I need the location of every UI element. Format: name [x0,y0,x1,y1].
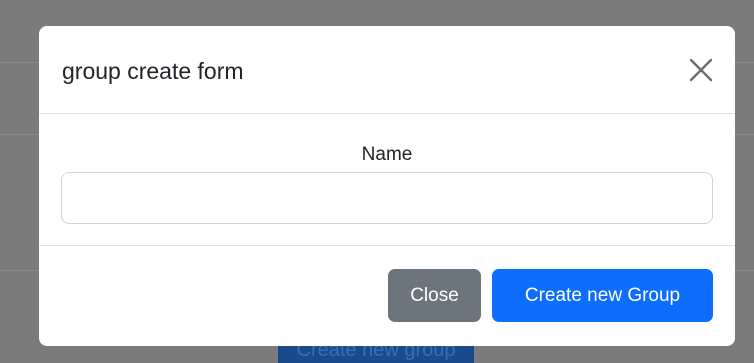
modal-body: Name [39,114,735,246]
modal-header: group create form [39,26,735,114]
create-new-group-button[interactable]: Create new Group [492,269,713,322]
name-label: Name [361,144,413,165]
page-backdrop: Create new group group create form Name … [0,0,754,363]
modal-footer: Close Create new Group [39,246,735,346]
group-create-modal: group create form Name Close Create new … [39,26,735,346]
modal-title: group create form [62,58,244,84]
close-button[interactable]: Close [388,269,481,322]
close-x-icon[interactable] [687,56,715,84]
close-x-icon-glyph [689,58,713,82]
name-input[interactable] [61,172,713,224]
